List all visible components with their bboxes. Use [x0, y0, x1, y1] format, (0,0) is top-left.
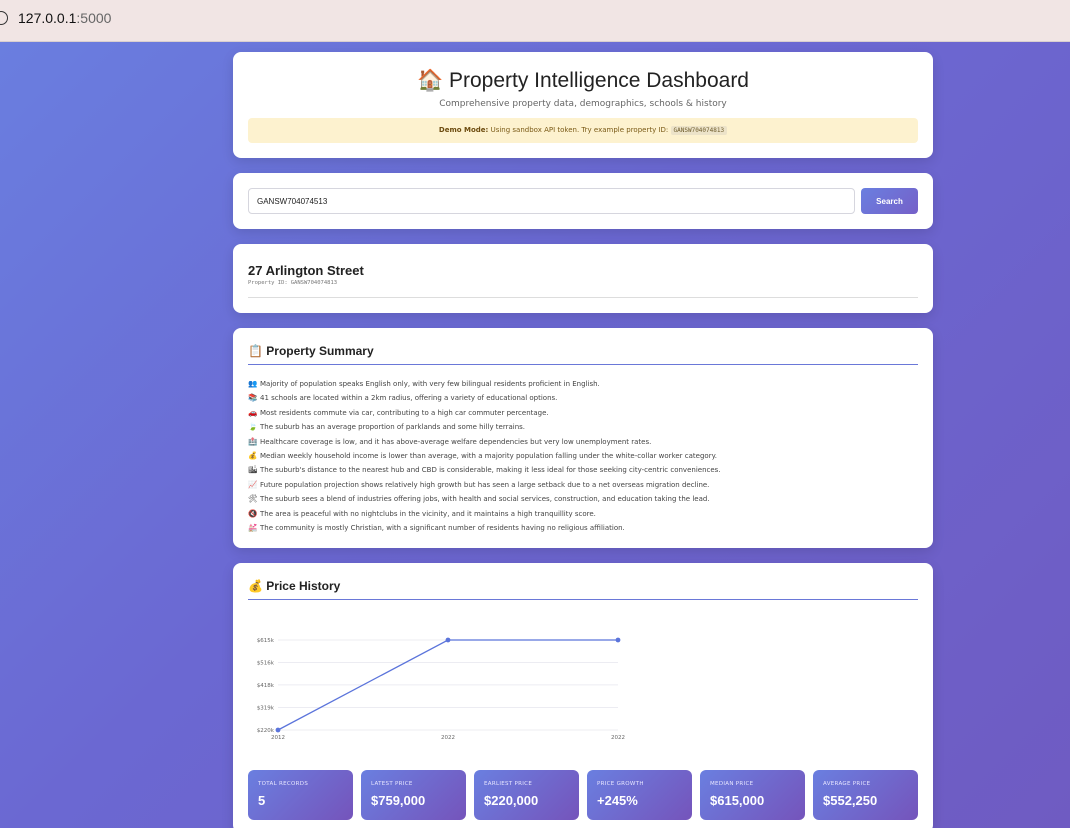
stat-value: $220,000 [484, 793, 539, 808]
summary-item: 🏥 Healthcare coverage is low, and it has … [248, 435, 721, 449]
header-card: 🏠 Property Intelligence Dashboard Compre… [233, 52, 933, 158]
summary-item: 🚗 Most residents commute via car, contrib… [248, 406, 721, 420]
demo-mode-text: Using sandbox API token. Try example pro… [490, 126, 669, 134]
car-icon: 🚗 [248, 407, 258, 417]
price-history-title: 💰 Price History [248, 579, 341, 593]
example-property-id: GANSW704074813 [670, 126, 728, 135]
summary-item-text: The community is mostly Christian, with … [260, 523, 625, 532]
x-tick-label: 2012 [271, 735, 285, 741]
browser-address-bar[interactable]: 127.0.0.1:5000 [0, 0, 1070, 42]
property-summary-card: 📋 Property Summary 👥 Majority of populati… [233, 328, 933, 548]
wedding-icon: 💒 [248, 522, 258, 532]
summary-item: 📚 41 schools are located within a 2km rad… [248, 391, 721, 405]
money-bag-icon: 💰 [248, 450, 258, 460]
page-title: 🏠 Property Intelligence Dashboard [417, 69, 749, 92]
property-id-label: Property ID: [248, 280, 288, 286]
summary-item: 💒 The community is mostly Christian, with… [248, 521, 721, 535]
y-tick-label: $615k [257, 638, 275, 644]
summary-list: 👥 Majority of population speaks English o… [248, 377, 721, 535]
search-card: Search [233, 173, 933, 229]
price-history-divider [248, 599, 918, 600]
property-address: 27 Arlington Street [248, 263, 364, 278]
y-tick-label: $220k [257, 728, 275, 734]
stat-value: $615,000 [710, 793, 765, 808]
summary-item-text: The suburb's distance to the nearest hub… [260, 466, 721, 475]
stat-label: MEDIAN PRICE [710, 781, 754, 787]
people-icon: 👥 [248, 379, 258, 388]
stat-value: $552,250 [823, 793, 878, 808]
summary-item: 🔇 The area is peaceful with no nightclubs… [248, 507, 721, 521]
y-tick-label: $319k [257, 705, 275, 711]
cityscape-icon: 🏙 [248, 465, 258, 475]
page-subtitle: Comprehensive property data, demographic… [439, 99, 727, 109]
stat-label: TOTAL RECORDS [258, 781, 309, 787]
summary-item: 👥 Majority of population speaks English o… [248, 377, 721, 391]
tools-icon: 🛠 [248, 494, 258, 504]
summary-item-text: Most residents commute via car, contribu… [260, 408, 549, 417]
stat-card: PRICE GROWTH +245% [587, 770, 692, 820]
leaf-icon: 🍃 [248, 422, 258, 432]
site-info-icon[interactable] [0, 11, 8, 25]
stat-card: AVERAGE PRICE $552,250 [813, 770, 918, 820]
summary-title: 📋 Property Summary [248, 344, 374, 358]
property-id: Property ID: GANSW704074813 [248, 280, 337, 286]
search-button[interactable]: Search [861, 188, 918, 214]
price-history-chart: $220k $319k $418k $516k $615k 2012 2022 2022 [257, 637, 625, 741]
summary-item-text: Future population projection shows relat… [260, 480, 710, 489]
summary-item-text: Majority of population speaks English on… [260, 380, 600, 388]
stat-value: $759,000 [371, 793, 426, 808]
summary-item: 🍃 The suburb has an average proportion of… [248, 420, 721, 434]
stat-label: LATEST PRICE [371, 781, 413, 787]
divider [248, 297, 918, 298]
summary-item-text: The suburb has an average proportion of … [260, 423, 526, 432]
property-id-value: GANSW704074813 [290, 280, 338, 286]
x-tick-label: 2022 [611, 735, 625, 741]
price-history-card: 💰 Price History $220k $319k $418k $516k $615… [233, 563, 933, 828]
url-text[interactable]: 127.0.0.1:5000 [18, 10, 111, 26]
price-stats: TOTAL RECORDS 5 LATEST PRICE $759,000 EARLIE… [248, 770, 918, 820]
books-icon: 📚 [248, 393, 258, 403]
stat-card: LATEST PRICE $759,000 [361, 770, 466, 820]
chart-up-icon: 📈 [248, 479, 258, 489]
summary-item-text: The area is peaceful with no nightclubs … [260, 509, 596, 518]
summary-item-text: 41 schools are located within a 2km radi… [260, 394, 558, 403]
summary-item-text: Median weekly household income is lower … [260, 451, 717, 460]
summary-item: 💰 Median weekly household income is lower… [248, 449, 721, 463]
demo-mode-banner: Demo Mode: Using sandbox API token. Try … [248, 118, 918, 143]
stat-card: MEDIAN PRICE $615,000 [700, 770, 805, 820]
summary-item: 🏙 The suburb's distance to the nearest hu… [248, 463, 721, 477]
stat-label: PRICE GROWTH [597, 781, 644, 787]
stat-value: +245% [597, 793, 638, 808]
property-search-input[interactable] [248, 188, 855, 214]
hospital-icon: 🏥 [248, 436, 258, 446]
demo-mode-label: Demo Mode: [438, 126, 489, 134]
y-tick-label: $418k [257, 683, 275, 689]
price-data-point[interactable] [445, 637, 451, 643]
summary-item: 📈 Future population projection shows rela… [248, 478, 721, 492]
stat-card: EARLIEST PRICE $220,000 [474, 770, 579, 820]
muted-icon: 🔇 [248, 508, 258, 518]
price-data-point[interactable] [615, 637, 621, 643]
stat-card: TOTAL RECORDS 5 [248, 770, 353, 820]
property-header-card: 27 Arlington Street Property ID: GANSW704… [233, 244, 933, 313]
stat-label: EARLIEST PRICE [484, 781, 533, 787]
summary-item-text: Healthcare coverage is low, and it has a… [260, 437, 652, 446]
summary-item: 🛠 The suburb sees a blend of industries o… [248, 492, 721, 506]
price-data-point[interactable] [275, 727, 281, 733]
summary-item-text: The suburb sees a blend of industries of… [260, 495, 710, 504]
x-tick-label: 2022 [441, 735, 455, 741]
y-tick-label: $516k [257, 661, 275, 667]
stat-value: 5 [258, 793, 266, 808]
stat-label: AVERAGE PRICE [823, 781, 871, 787]
summary-divider [248, 364, 918, 365]
